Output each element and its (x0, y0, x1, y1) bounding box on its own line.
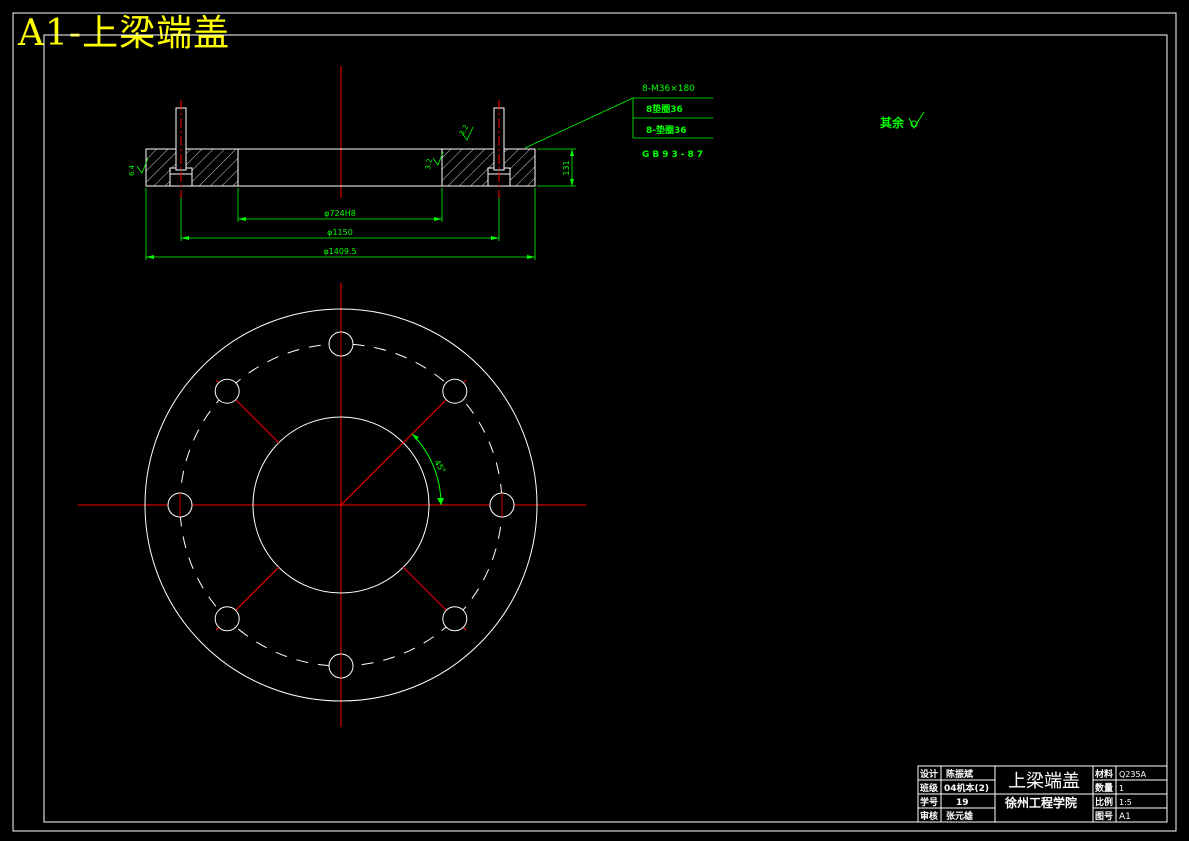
tb-class-value: 04机本(2) (944, 782, 989, 794)
roughness-left: 6.4 (128, 164, 136, 176)
tb-school: 徐州工程学院 (1004, 795, 1077, 810)
tb-scale-label: 比例 (1095, 796, 1113, 808)
bolt-hole (214, 606, 240, 632)
bolt-hole (442, 378, 468, 404)
tb-part-name: 上梁端盖 (1008, 771, 1080, 792)
bolt-hole (442, 606, 468, 632)
dim-angle: 45° (432, 458, 447, 475)
plan-view: 45° (78, 283, 586, 727)
outer-frame (12, 12, 1177, 832)
tb-material-value: Q235A (1119, 770, 1147, 779)
tb-drawing-no-label: 图号 (1095, 811, 1113, 822)
dim-bore: φ724H8 (324, 209, 356, 218)
dim-thickness: 131 (562, 160, 571, 175)
callout-washer1: 8垫圈36 (646, 103, 683, 115)
roughness-inner: 3.2 (424, 158, 434, 170)
tb-quantity-label: 数量 (1095, 782, 1113, 794)
tb-designer-value: 陈振斌 (946, 768, 973, 780)
tb-quantity-value: 1 (1119, 784, 1124, 793)
tb-material-label: 材料 (1094, 768, 1113, 780)
section-view: φ724H8 φ1150 φ1409.5 131 6.4 3.2 3.2 8-M… (128, 66, 713, 260)
tb-designer-label: 设计 (920, 768, 938, 780)
tb-reviewer-label: 审核 (920, 810, 938, 822)
cad-drawing: φ724H8 φ1150 φ1409.5 131 6.4 3.2 3.2 8-M… (12, 12, 1177, 832)
tb-student-label: 学号 (920, 796, 938, 808)
roughness-top: 3.2 (458, 123, 470, 137)
tb-student-value: 19 (956, 798, 969, 808)
surface-note: 其余 (880, 115, 905, 130)
callout-bolt: 8-M36×180 (642, 84, 695, 94)
dim-outer: φ1409.5 (323, 247, 356, 256)
callout-standard: GB93-87 (642, 150, 706, 160)
callout-washer2: 8-垫圈36 (646, 124, 687, 136)
bolt-hole (214, 378, 240, 404)
tb-drawing-no-value: A1 (1119, 812, 1131, 822)
tb-reviewer-value: 张元雄 (946, 810, 973, 822)
surface-note-icon (908, 111, 925, 130)
tb-class-label: 班级 (920, 782, 939, 794)
tb-scale-value: 1:5 (1119, 798, 1132, 807)
dim-bolt-circle: φ1150 (327, 228, 353, 237)
